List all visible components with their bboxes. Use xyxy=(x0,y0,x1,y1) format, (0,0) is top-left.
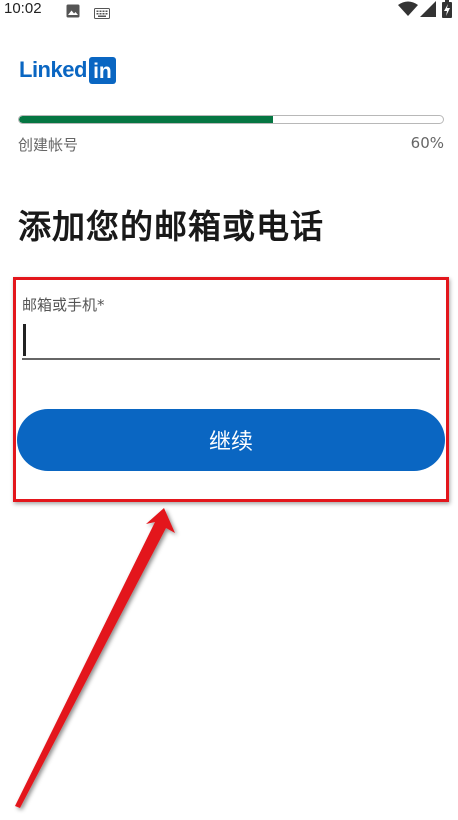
annotation-arrow xyxy=(15,508,175,808)
